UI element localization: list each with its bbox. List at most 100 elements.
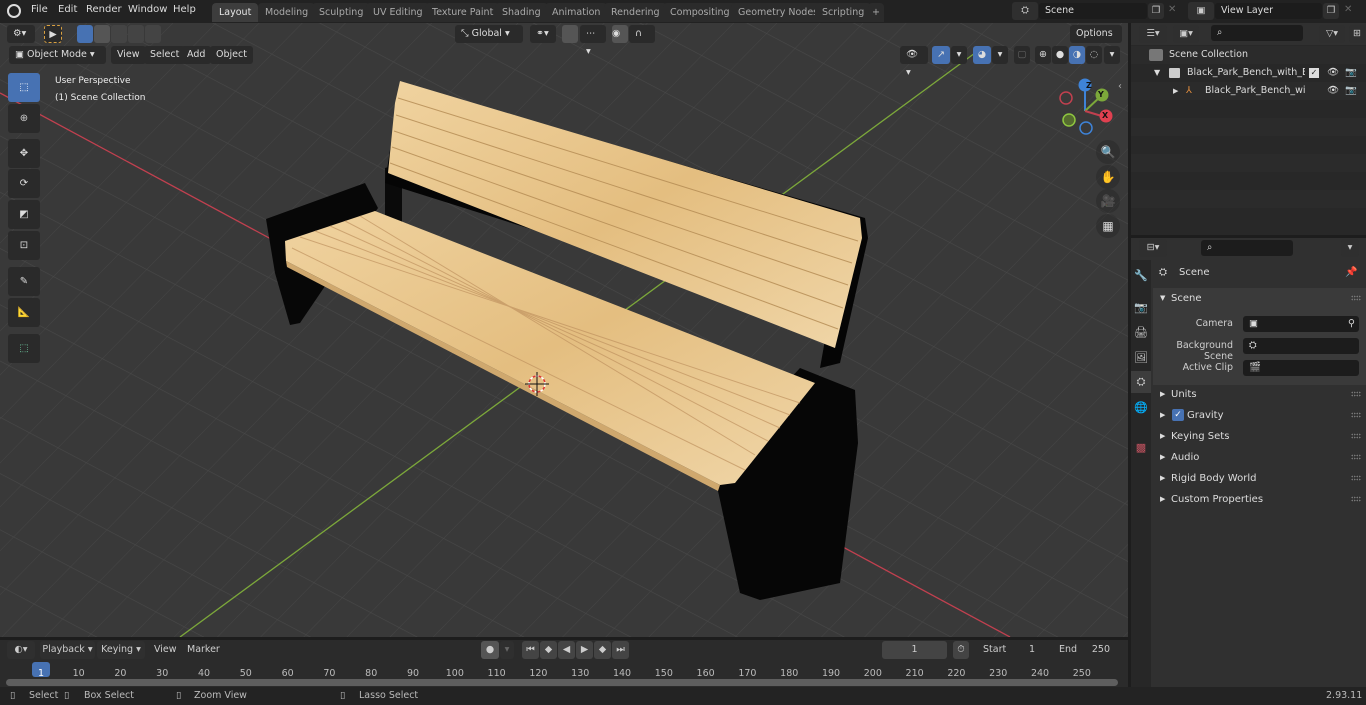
tab-animation[interactable]: Animation [545, 3, 608, 22]
new-scene-icon[interactable]: ❐ [1148, 3, 1164, 19]
mode-dropdown[interactable]: ▣ Object Mode ▾ [9, 46, 106, 64]
scale-tool[interactable]: ◩ [8, 200, 40, 229]
overlays-dropdown-icon[interactable]: ▾ [992, 46, 1008, 64]
auto-keying-icon[interactable]: ● [481, 641, 499, 659]
active-clip-field[interactable]: 🎬 [1243, 360, 1359, 376]
world-tab-icon[interactable]: 🌐 [1131, 396, 1151, 418]
select-intersect-icon[interactable] [145, 25, 161, 43]
prev-keyframe-icon[interactable]: ◆ [540, 641, 557, 659]
drag-handle-icon[interactable] [1351, 475, 1361, 481]
scene-panel-header[interactable]: ▼ Scene [1153, 288, 1366, 309]
camera-render-icon[interactable]: 📷 [1345, 64, 1357, 82]
camera-render-icon[interactable]: 📷 [1345, 82, 1357, 100]
rotate-tool[interactable]: ⟳ [8, 169, 40, 198]
drag-handle-icon[interactable] [1351, 391, 1361, 397]
menu-object[interactable]: Object [210, 46, 253, 64]
tab-layout[interactable]: Layout [212, 3, 259, 22]
expand-icon[interactable]: ▶ [1173, 82, 1178, 100]
new-collection-icon[interactable]: ⊞ [1349, 25, 1365, 43]
properties-search-input[interactable]: ⌕ [1201, 240, 1293, 256]
options-dropdown[interactable]: Options ▾ [1070, 25, 1122, 57]
drag-handle-icon[interactable] [1351, 496, 1361, 502]
falloff-icon[interactable]: ∩ [629, 25, 655, 43]
stopwatch-icon[interactable]: ⏱ [953, 641, 969, 659]
annotate-tool[interactable]: ✎ [8, 267, 40, 296]
proportional-edit-icon[interactable]: ◉ [612, 25, 628, 43]
keying-dropdown[interactable]: Keying ▾ [97, 641, 145, 659]
outliner-row-collection[interactable]: ▼ Black_Park_Bench_with_Back ✓ 👁 📷 [1131, 64, 1366, 82]
move-tool[interactable]: ✥ [8, 139, 40, 168]
audio-panel[interactable]: ▶ Audio [1153, 447, 1366, 468]
visibility-icon[interactable]: 👁▾ [900, 46, 928, 78]
delete-scene-icon[interactable]: ✕ [1168, 4, 1176, 15]
pin-icon[interactable]: 📌 [1345, 262, 1357, 283]
new-view-layer-icon[interactable]: ❐ [1323, 3, 1339, 19]
pivot-point-icon[interactable]: ⚭▾ [530, 25, 556, 43]
play-reverse-icon[interactable]: ◀ [558, 641, 575, 659]
editor-type-icon[interactable]: ⚙▾ [7, 25, 35, 43]
next-keyframe-icon[interactable]: ◆ [594, 641, 611, 659]
sidebar-toggle-icon[interactable]: ‹ [1118, 81, 1122, 92]
playback-dropdown[interactable]: Playback ▾ [40, 641, 95, 659]
drag-handle-icon[interactable] [1351, 433, 1361, 439]
add-cube-tool[interactable]: ⬚ [8, 334, 40, 363]
scene-name-field[interactable]: Scene [1039, 3, 1147, 19]
display-mode-icon[interactable]: ☰▾ [1139, 25, 1167, 43]
play-icon[interactable]: ▶ [576, 641, 593, 659]
select-invert-icon[interactable] [128, 25, 144, 43]
auto-keying-dropdown-icon[interactable]: ▾ [500, 641, 514, 659]
ortho-toggle-button[interactable]: ▦ [1096, 214, 1120, 238]
measure-tool[interactable]: 📐 [8, 298, 40, 327]
tab-sculpting[interactable]: Sculpting [312, 3, 371, 22]
outliner-row-scene-collection[interactable]: Scene Collection [1131, 46, 1366, 64]
tab-shading[interactable]: Shading [495, 3, 548, 22]
delete-view-layer-icon[interactable]: ✕ [1344, 4, 1352, 15]
transform-orientation-dropdown[interactable]: ⤡ Global ▾ [455, 25, 523, 43]
tab-scripting[interactable]: Scripting [815, 3, 872, 22]
shading-dropdown-icon[interactable]: ▾ [1104, 46, 1120, 64]
timeline-editor-type-icon[interactable]: ◐▾ [7, 641, 35, 659]
filter-view-icon[interactable]: ▣▾ [1173, 25, 1199, 43]
drag-handle-icon[interactable] [1351, 454, 1361, 460]
tab-rendering[interactable]: Rendering [604, 3, 667, 22]
overlays-toggle-icon[interactable]: ◕ [973, 46, 991, 64]
tab-texture-paint[interactable]: Texture Paint [425, 3, 501, 22]
eye-icon[interactable]: 👁 [1327, 64, 1339, 82]
rigid-body-world-panel[interactable]: ▶ Rigid Body World [1153, 468, 1366, 489]
rendered-shading-icon[interactable]: ◌ [1086, 46, 1102, 64]
texture-tab-icon[interactable]: ▩ [1131, 436, 1151, 458]
timeline-menu-view[interactable]: View [154, 644, 177, 655]
timeline-menu-marker[interactable]: Marker [187, 644, 220, 655]
menu-window[interactable]: Window [128, 4, 167, 15]
current-frame-field[interactable]: 1 [882, 641, 947, 659]
snap-icon[interactable] [562, 25, 578, 43]
gravity-checkbox[interactable]: ✓ [1172, 409, 1184, 421]
jump-start-icon[interactable]: ⏮ [522, 641, 539, 659]
solid-shading-icon[interactable]: ● [1052, 46, 1068, 64]
tool-tab-icon[interactable]: 🔧 [1131, 264, 1151, 286]
properties-editor-type-icon[interactable]: ⊟▾ [1139, 239, 1167, 257]
outliner-search-input[interactable]: ⌕ [1211, 25, 1303, 41]
menu-file[interactable]: File [31, 4, 48, 15]
select-extend-icon[interactable] [94, 25, 110, 43]
gravity-panel[interactable]: ▶ ✓ Gravity [1153, 405, 1366, 426]
tab-uv-editing[interactable]: UV Editing [366, 3, 430, 22]
zoom-view-button[interactable]: 🔍 [1096, 140, 1120, 164]
camera-field[interactable]: ▣ ⚲ [1243, 316, 1359, 332]
expand-icon[interactable]: ▼ [1154, 64, 1160, 82]
xray-icon[interactable]: ▢ [1014, 46, 1030, 64]
menu-render[interactable]: Render [86, 4, 122, 15]
keying-sets-panel[interactable]: ▶ Keying Sets [1153, 426, 1366, 447]
select-new-icon[interactable] [77, 25, 93, 43]
blender-logo-icon[interactable] [7, 4, 21, 18]
menu-help[interactable]: Help [173, 4, 196, 15]
drag-handle-icon[interactable] [1351, 295, 1361, 301]
cursor-tool[interactable]: ⊕ [8, 104, 40, 133]
tab-modeling[interactable]: Modeling [258, 3, 316, 22]
drag-handle-icon[interactable] [1351, 412, 1361, 418]
outliner-row-object[interactable]: ▶ ⅄ Black_Park_Bench_with_ 👁 📷 [1131, 82, 1366, 100]
camera-view-button[interactable]: 🎥 [1096, 189, 1120, 213]
eye-icon[interactable]: 👁 [1327, 82, 1339, 100]
snap-target-icon[interactable]: ⋯▾ [580, 25, 606, 57]
timeline-scrollbar[interactable] [6, 679, 1118, 686]
